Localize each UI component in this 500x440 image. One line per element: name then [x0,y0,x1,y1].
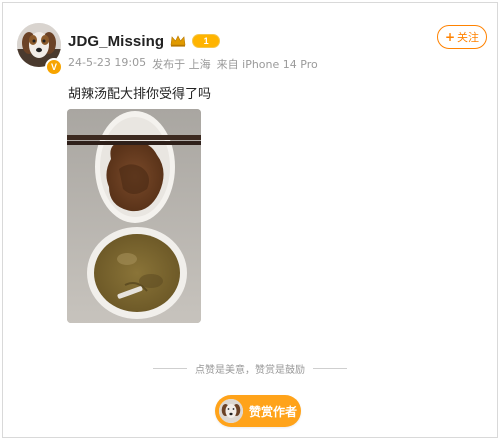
reward-hint-row: 点赞是美意，赞赏是鼓励 [3,361,497,376]
post-location: 发布于 上海 [152,58,211,71]
username[interactable]: JDG_Missing [68,33,164,50]
level-badge: 1 [192,34,221,48]
verified-badge-icon: V [45,58,63,76]
post-source: 来自 iPhone 14 Pro [216,58,318,71]
reward-hint: 点赞是美意，赞赏是鼓励 [195,365,305,376]
dog-avatar-icon [219,399,243,423]
crown-icon [170,35,186,47]
reward-label: 赞赏作者 [249,404,298,419]
reward-avatar [219,399,243,423]
post-card: V JDG_Missing 1 24-5-23 19:05 发布于 上海 来自 … [2,2,498,438]
follow-button[interactable]: + 关注 [437,25,487,49]
plus-icon: + [444,30,456,44]
post-text: 胡辣汤配大排你受得了吗 [68,87,212,102]
post-date: 24-5-23 19:05 [68,56,147,69]
divider-line-left [153,368,187,369]
reward-author-button[interactable]: 赞赏作者 [215,395,301,427]
post-photo[interactable] [67,109,201,323]
divider-line-right [313,368,347,369]
food-photo-image [67,109,201,323]
name-row: JDG_Missing 1 [68,31,221,51]
post-meta: 24-5-23 19:05 发布于 上海 来自 iPhone 14 Pro [68,56,318,72]
follow-label: 关注 [457,31,480,44]
